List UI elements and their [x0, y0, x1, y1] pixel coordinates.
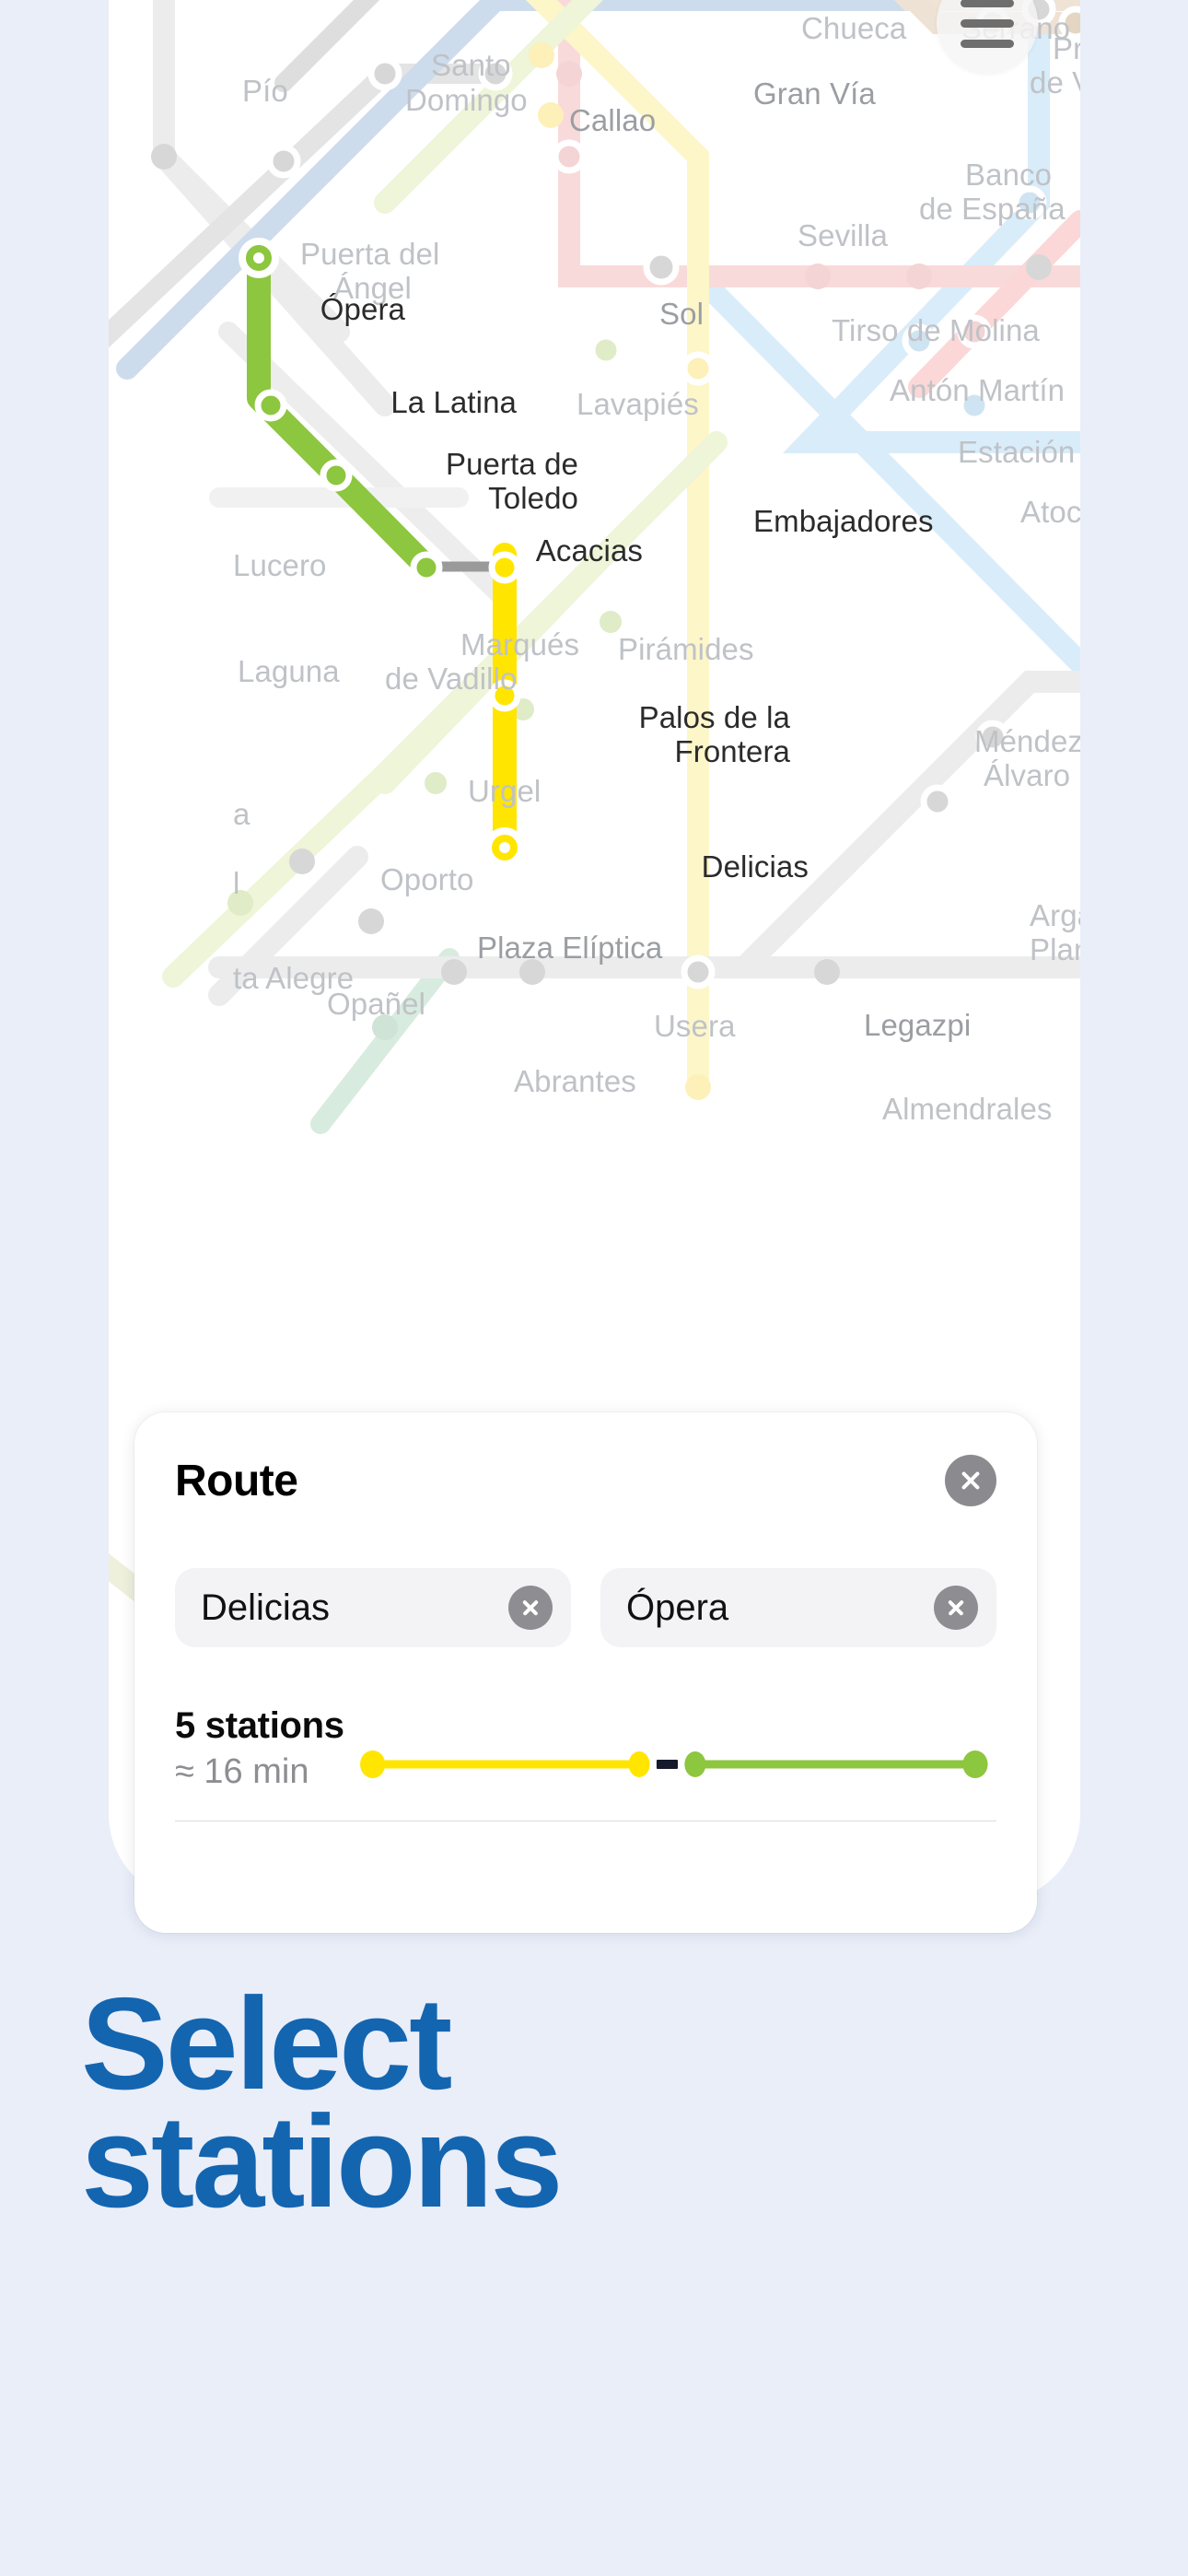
route-summary[interactable]: 5 stations ≈ 16 min	[175, 1705, 996, 1792]
map-station-label: Tirso de Molina	[832, 313, 1040, 347]
map-station-label: Frontera	[674, 734, 790, 768]
destination-station-field[interactable]: Ópera	[600, 1568, 996, 1647]
hamburger-bar-3	[961, 39, 1014, 48]
map-station-label: Antón Martín	[890, 373, 1066, 407]
hamburger-bar-2	[961, 18, 1014, 28]
map-station-label: Gran Vía	[753, 76, 876, 111]
map-station-label: Lavapiés	[577, 387, 699, 421]
map-station-label: Banco	[965, 158, 1053, 192]
map-station-label: a	[233, 797, 250, 831]
map-station-label: La Latina	[390, 385, 517, 419]
map-station-label: Álvaro	[984, 758, 1071, 792]
map-station-label: de Vergara	[1030, 65, 1080, 100]
hamburger-bar-1	[961, 0, 1014, 7]
map-station-label: Estación del	[958, 435, 1076, 469]
map-station-label: Santo	[431, 48, 511, 82]
map-station-label: Sol	[659, 297, 704, 331]
route-station-count: 5 stations	[175, 1705, 344, 1746]
map-station-label: Embajadores	[753, 504, 934, 538]
map-station-label: Domingo	[405, 83, 528, 117]
route-panel-title: Route	[175, 1456, 298, 1505]
map-station-label: Acacias	[535, 533, 643, 568]
route-duration: ≈ 16 min	[175, 1752, 309, 1791]
map-station-label: Marqués	[460, 627, 580, 662]
map-station-label: Ópera	[320, 292, 405, 326]
route-panel: Route Delicias Ópera 5 stations ≈ 16 min	[134, 1412, 1037, 1933]
map-station-label: Callao	[569, 103, 657, 137]
map-station-label: Laguna	[238, 654, 340, 688]
map-station-label: Méndez	[974, 724, 1080, 758]
clear-destination-icon[interactable]	[934, 1586, 978, 1630]
origin-station-field[interactable]: Delicias	[175, 1568, 571, 1647]
map-station-label: Sevilla	[798, 218, 888, 252]
map-station-label: Lucero	[233, 548, 327, 582]
map-station-label: Usera	[654, 1009, 736, 1043]
map-station-label: Toledo	[488, 481, 578, 515]
map-station-label: Almendrales	[882, 1092, 1053, 1126]
destination-station-value: Ópera	[626, 1587, 729, 1628]
map-station-label: Palos de la	[638, 700, 790, 734]
map-station-label: de España	[919, 192, 1066, 226]
map-station-label: de Vadillo	[385, 662, 518, 696]
route-legs-svg	[360, 1751, 988, 1778]
map-station-label: Pío	[242, 74, 288, 108]
map-station-label: Plaza Elíptica	[477, 931, 663, 965]
map-station-label: Opañel	[327, 987, 426, 1021]
map-station-label: Arganzuela	[1030, 898, 1080, 932]
map-station-label: Legazpi	[864, 1008, 972, 1042]
map-station-label: Oporto	[380, 862, 474, 896]
map-station-label: Puerta del	[300, 237, 440, 271]
clear-origin-icon[interactable]	[508, 1586, 553, 1630]
map-station-label: Abrantes	[514, 1064, 636, 1098]
route-summary-text: 5 stations ≈ 16 min	[175, 1705, 359, 1792]
map-station-label: Pirámides	[618, 632, 754, 666]
page-title: Select stations	[81, 1971, 1103, 2235]
map-station-label: Planetario	[1030, 932, 1080, 966]
page-title-line-1: Select	[81, 1971, 452, 2117]
route-panel-header: Route	[175, 1455, 996, 1506]
station-fields: Delicias Ópera	[175, 1568, 996, 1647]
map-station-label: Chueca	[801, 11, 907, 45]
map-station-label: Puerta de	[445, 447, 578, 481]
map-station-label: Atocha	[1020, 495, 1080, 529]
map-station-label: Urgel	[468, 774, 542, 808]
route-line-diagram	[359, 1705, 996, 1787]
map-station-label: Príncipe	[1053, 31, 1080, 65]
page-title-line-2: stations	[81, 2089, 563, 2235]
close-icon[interactable]	[945, 1455, 996, 1506]
map-station-label: l	[233, 866, 240, 900]
origin-station-value: Delicias	[201, 1587, 331, 1628]
